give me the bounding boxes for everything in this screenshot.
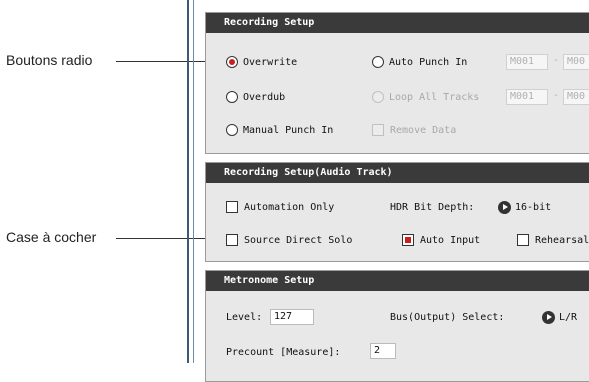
remove-data-label: Remove Data xyxy=(390,124,457,136)
level-field[interactable]: 127 xyxy=(270,309,314,325)
automation-only-label: Automation Only xyxy=(244,201,335,213)
window-frame-edge xyxy=(187,0,189,363)
checkbox-checked-icon xyxy=(402,234,414,246)
metronome-setup-panel: Metronome Setup Level: 127 Bus(Output) S… xyxy=(205,270,589,382)
loop-all-tracks-label: Loop All Tracks xyxy=(389,91,480,103)
level-label: Level: xyxy=(226,311,263,323)
checkbox-unchecked-icon xyxy=(517,234,529,246)
punch-range-dash: - xyxy=(553,55,560,66)
callout-checkbox: Case à cocher xyxy=(6,229,97,245)
metronome-setup-title: Metronome Setup xyxy=(206,271,589,291)
loop-start-measure-field[interactable]: M001 xyxy=(506,89,548,105)
checkbox-disabled-icon xyxy=(372,124,384,136)
manual-punch-in-radio[interactable]: Manual Punch In xyxy=(226,123,333,137)
checkbox-unchecked-icon xyxy=(226,234,238,246)
audio-track-setup-title: Recording Setup(Audio Track) xyxy=(206,163,589,183)
hdr-bit-depth-popup[interactable]: 16-bit xyxy=(498,200,551,214)
popup-arrow-icon xyxy=(498,200,511,214)
recording-setup-title: Recording Setup xyxy=(206,13,589,33)
radio-unselected-icon xyxy=(226,124,238,136)
rehearsal-checkbox[interactable]: Rehearsal xyxy=(517,233,589,247)
bus-select-popup[interactable]: L/R xyxy=(542,310,577,324)
bus-select-value: L/R xyxy=(559,311,578,323)
popup-arrow-icon xyxy=(542,310,555,324)
callout-radio-buttons: Boutons radio xyxy=(6,52,93,68)
loop-end-measure-field[interactable]: M00 xyxy=(563,89,589,105)
automation-only-checkbox[interactable]: Automation Only xyxy=(226,200,334,214)
radio-unselected-icon xyxy=(226,91,238,103)
overdub-radio[interactable]: Overdub xyxy=(226,90,285,104)
window-frame-edge-inner xyxy=(193,0,194,363)
auto-punch-in-radio[interactable]: Auto Punch In xyxy=(372,55,467,69)
precount-label: Precount [Measure]: xyxy=(226,346,341,358)
recording-setup-panel: Recording Setup Overwrite Auto Punch In … xyxy=(205,12,589,154)
auto-input-label: Auto Input xyxy=(420,234,481,246)
checkbox-unchecked-icon xyxy=(226,201,238,213)
radio-unselected-icon xyxy=(372,56,384,68)
rehearsal-label: Rehearsal xyxy=(535,234,589,246)
punch-end-measure-field[interactable]: M00 xyxy=(563,54,589,70)
overwrite-radio[interactable]: Overwrite xyxy=(226,55,297,69)
audio-track-setup-panel: Recording Setup(Audio Track) Automation … xyxy=(205,162,589,262)
bus-select-label: Bus(Output) Select: xyxy=(390,311,505,323)
auto-input-checkbox[interactable]: Auto Input xyxy=(402,233,480,247)
overwrite-label: Overwrite xyxy=(243,56,298,68)
loop-all-tracks-radio[interactable]: Loop All Tracks xyxy=(372,90,479,104)
source-direct-solo-label: Source Direct Solo xyxy=(244,234,353,246)
manual-punch-in-label: Manual Punch In xyxy=(243,124,334,136)
radio-disabled-icon xyxy=(372,91,384,103)
radio-selected-icon xyxy=(226,56,238,68)
overdub-label: Overdub xyxy=(243,91,286,103)
punch-start-measure-field[interactable]: M001 xyxy=(506,54,548,70)
remove-data-checkbox[interactable]: Remove Data xyxy=(372,123,456,137)
precount-field[interactable]: 2 xyxy=(370,343,396,359)
source-direct-solo-checkbox[interactable]: Source Direct Solo xyxy=(226,233,352,247)
auto-punch-in-label: Auto Punch In xyxy=(389,56,468,68)
hdr-bit-depth-value: 16-bit xyxy=(515,201,552,213)
hdr-bit-depth-label: HDR Bit Depth: xyxy=(390,201,475,213)
loop-range-dash: - xyxy=(553,90,560,101)
